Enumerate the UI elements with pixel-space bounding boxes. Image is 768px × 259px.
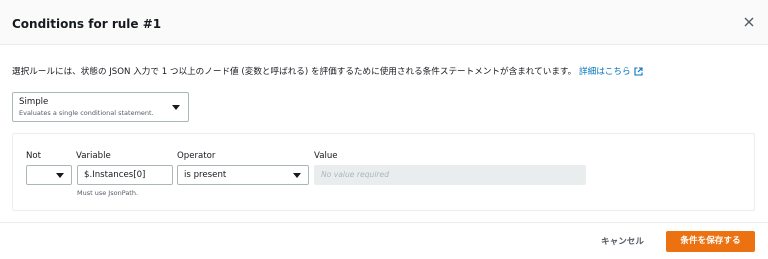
caret-down-icon	[293, 173, 301, 178]
details-link[interactable]: 詳細はこちら	[579, 67, 643, 77]
variable-label: Variable	[76, 151, 111, 161]
condition-type-select[interactable]: Simple Evaluates a single conditional st…	[12, 92, 189, 122]
condition-type-hint: Evaluates a single conditional statement…	[19, 109, 154, 117]
close-icon	[744, 17, 754, 27]
operator-select[interactable]: is present	[177, 165, 309, 185]
not-label: Not	[26, 151, 42, 161]
save-condition-button[interactable]: 条件を保存する	[666, 231, 755, 252]
variable-hint: Must use JsonPath.	[77, 189, 139, 197]
details-link-label: 詳細はこちら	[579, 67, 631, 77]
close-button[interactable]	[739, 12, 759, 32]
condition-type-value: Simple	[19, 97, 49, 107]
modal-description: 選択ルールには、状態の JSON 入力で 1 つ以上のノード値 (変数と呼ばれる…	[12, 65, 643, 77]
caret-down-icon	[172, 105, 180, 110]
condition-panel: Not Variable Operator Value $.Instances[…	[12, 133, 755, 211]
modal-footer	[0, 222, 768, 259]
variable-input[interactable]: $.Instances[0]	[77, 165, 173, 185]
caret-down-icon	[56, 173, 64, 178]
value-input: No value required	[314, 165, 586, 185]
operator-select-value: is present	[184, 170, 227, 180]
operator-label: Operator	[177, 151, 216, 161]
external-link-icon	[634, 67, 643, 76]
modal-header: Conditions for rule #1	[0, 0, 768, 45]
modal-title: Conditions for rule #1	[12, 17, 162, 31]
cancel-button[interactable]: キャンセル	[601, 234, 644, 250]
not-select[interactable]	[26, 165, 72, 185]
description-text: 選択ルールには、状態の JSON 入力で 1 つ以上のノード値 (変数と呼ばれる…	[12, 67, 577, 77]
value-label: Value	[314, 151, 338, 161]
